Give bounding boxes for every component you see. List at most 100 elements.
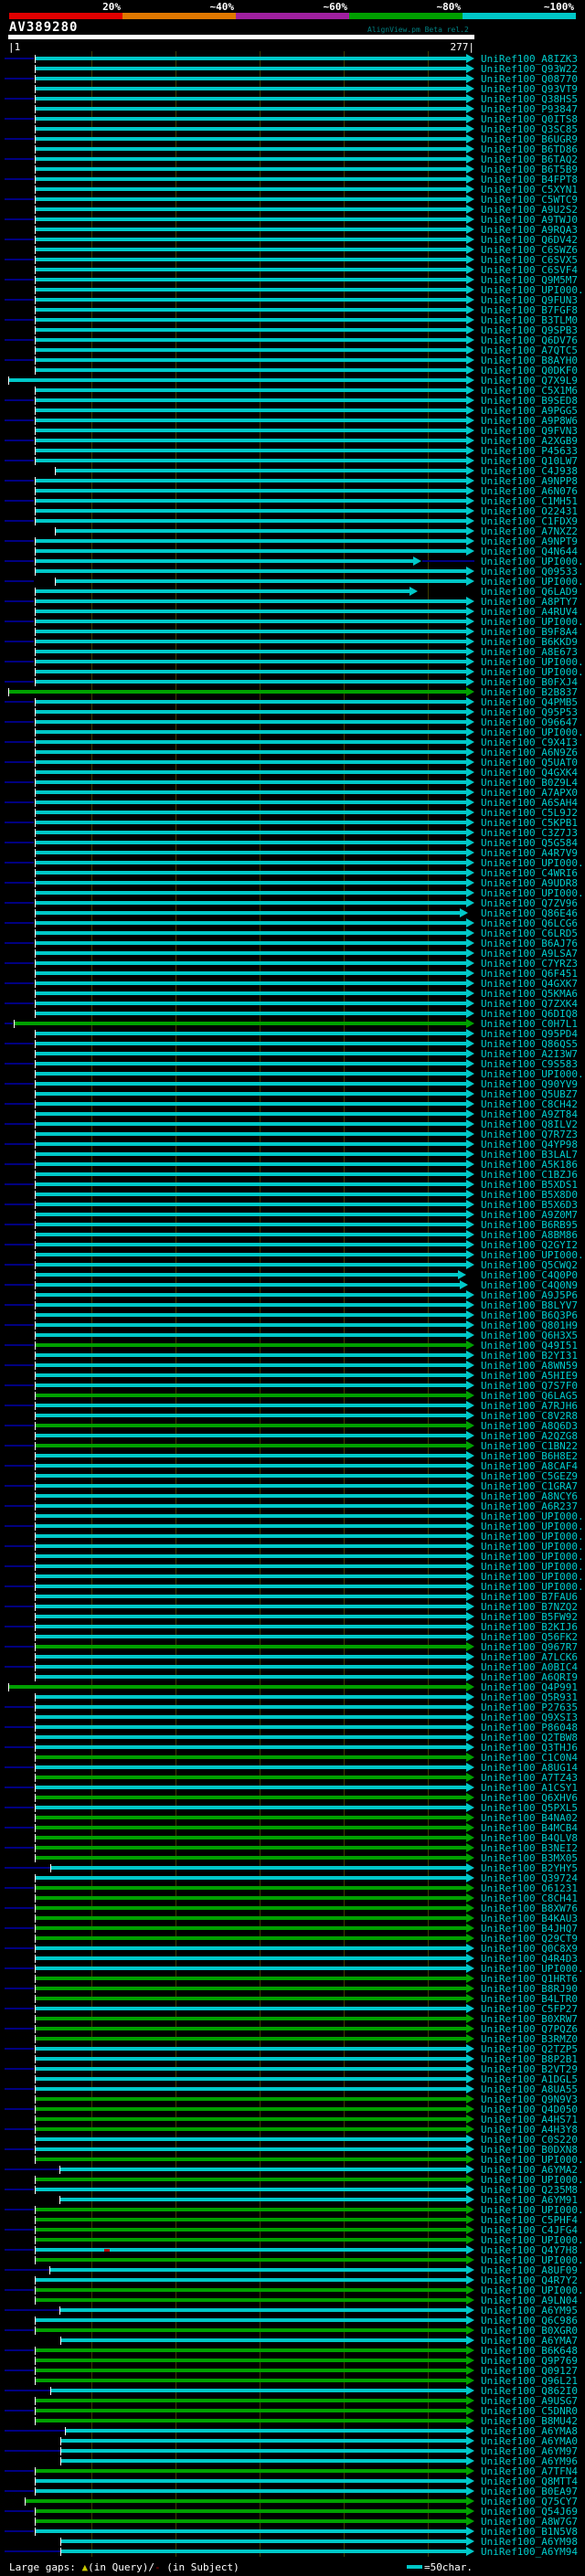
alignment-bar[interactable] (61, 2439, 466, 2443)
alignment-bar[interactable] (36, 941, 466, 945)
alignment-bar[interactable] (36, 861, 466, 864)
alignment-bar[interactable] (36, 1303, 466, 1307)
alignment-bar[interactable] (36, 2147, 466, 2151)
alignment-bar[interactable] (36, 147, 466, 151)
alignment-bar[interactable] (36, 439, 466, 442)
alignment-bar[interactable] (36, 750, 466, 754)
alignment-bar[interactable] (36, 2409, 466, 2412)
alignment-bar[interactable] (36, 1765, 466, 1769)
alignment-bar[interactable] (36, 1625, 466, 1628)
alignment-bar[interactable] (36, 348, 466, 352)
alignment-bar[interactable] (36, 589, 410, 593)
alignment-bar[interactable] (36, 841, 466, 844)
alignment-bar[interactable] (36, 1705, 466, 1709)
alignment-bar[interactable] (36, 1253, 466, 1256)
alignment-bar[interactable] (36, 1786, 466, 1789)
alignment-bar[interactable] (36, 811, 466, 814)
alignment-bar[interactable] (36, 1223, 466, 1226)
alignment-bar[interactable] (36, 197, 466, 201)
alignment-bar[interactable] (36, 459, 466, 462)
alignment-bar[interactable] (36, 2258, 466, 2262)
alignment-bar[interactable] (36, 1675, 466, 1679)
alignment-bar[interactable] (36, 157, 466, 161)
alignment-bar[interactable] (36, 569, 466, 573)
alignment-bar[interactable] (36, 1444, 466, 1447)
alignment-bar[interactable] (36, 1836, 466, 1839)
alignment-bar[interactable] (36, 1615, 466, 1618)
alignment-bar[interactable] (36, 911, 460, 915)
alignment-bar[interactable] (36, 2027, 466, 2030)
alignment-bar[interactable] (36, 1062, 466, 1065)
alignment-bar[interactable] (36, 790, 466, 794)
alignment-bar[interactable] (36, 1072, 466, 1076)
alignment-bar[interactable] (15, 1022, 466, 1025)
alignment-bar[interactable] (36, 2037, 466, 2041)
alignment-bar[interactable] (36, 760, 466, 764)
alignment-bar[interactable] (36, 670, 466, 673)
alignment-bar[interactable] (36, 821, 466, 824)
alignment-bar[interactable] (36, 1665, 466, 1669)
alignment-bar[interactable] (36, 1293, 466, 1297)
alignment-bar[interactable] (36, 2127, 466, 2131)
alignment-bar[interactable] (36, 891, 466, 895)
alignment-bar[interactable] (36, 2157, 466, 2161)
alignment-bar[interactable] (9, 378, 466, 382)
alignment-bar[interactable] (36, 630, 466, 633)
alignment-bar[interactable] (51, 1866, 466, 1870)
alignment-bar[interactable] (36, 1987, 466, 1990)
alignment-bar[interactable] (36, 1826, 466, 1829)
alignment-bar[interactable] (36, 1514, 466, 1518)
alignment-bar[interactable] (36, 1776, 466, 1779)
alignment-bar[interactable] (36, 1655, 466, 1659)
alignment-bar[interactable] (26, 2499, 466, 2503)
alignment-bar[interactable] (36, 2017, 466, 2020)
alignment-bar[interactable] (36, 1112, 466, 1116)
alignment-bar[interactable] (36, 2057, 466, 2061)
alignment-bar[interactable] (36, 1574, 466, 1578)
alignment-bar[interactable] (36, 419, 466, 422)
alignment-bar[interactable] (36, 57, 466, 60)
alignment-bar[interactable] (36, 559, 413, 563)
alignment-bar[interactable] (36, 1323, 466, 1327)
alignment-bar[interactable] (36, 318, 466, 322)
alignment-bar[interactable] (36, 2077, 466, 2081)
alignment-bar[interactable] (36, 2359, 466, 2362)
alignment-bar[interactable] (36, 2007, 466, 2010)
hit-label[interactable]: UniRef100_A6YM94 (481, 2547, 578, 2557)
alignment-bar[interactable] (36, 901, 466, 905)
alignment-bar[interactable] (36, 1464, 466, 1468)
alignment-bar[interactable] (36, 278, 466, 281)
alignment-bar[interactable] (36, 2137, 466, 2141)
alignment-bar[interactable] (36, 2178, 466, 2181)
alignment-bar[interactable] (36, 1926, 466, 1930)
alignment-bar[interactable] (9, 1685, 466, 1689)
alignment-bar[interactable] (36, 961, 466, 965)
alignment-bar[interactable] (36, 1092, 466, 1096)
alignment-bar[interactable] (36, 1404, 466, 1407)
alignment-bar[interactable] (36, 1343, 466, 1347)
alignment-bar[interactable] (36, 1373, 466, 1377)
alignment-bar[interactable] (60, 2308, 466, 2312)
alignment-bar[interactable] (36, 1434, 466, 1437)
alignment-bar[interactable] (36, 368, 466, 372)
alignment-bar[interactable] (36, 2097, 466, 2101)
alignment-bar[interactable] (36, 2278, 466, 2282)
alignment-bar[interactable] (36, 1203, 466, 1206)
alignment-bar[interactable] (36, 2218, 466, 2221)
alignment-bar[interactable] (36, 1936, 466, 1940)
alignment-bar[interactable] (36, 2348, 466, 2352)
alignment-bar[interactable] (36, 971, 466, 975)
alignment-bar[interactable] (36, 1042, 466, 1045)
alignment-bar[interactable] (36, 398, 466, 402)
alignment-bar[interactable] (36, 800, 466, 804)
alignment-bar[interactable] (36, 1233, 466, 1236)
alignment-bar[interactable] (36, 2248, 466, 2252)
alignment-bar[interactable] (36, 258, 466, 261)
alignment-bar[interactable] (36, 449, 466, 452)
alignment-bar[interactable] (36, 2509, 466, 2513)
alignment-bar[interactable] (36, 710, 466, 714)
alignment-bar[interactable] (36, 640, 466, 643)
alignment-bar[interactable] (36, 720, 466, 724)
alignment-bar[interactable] (36, 1946, 466, 1950)
alignment-bar[interactable] (60, 2198, 466, 2201)
